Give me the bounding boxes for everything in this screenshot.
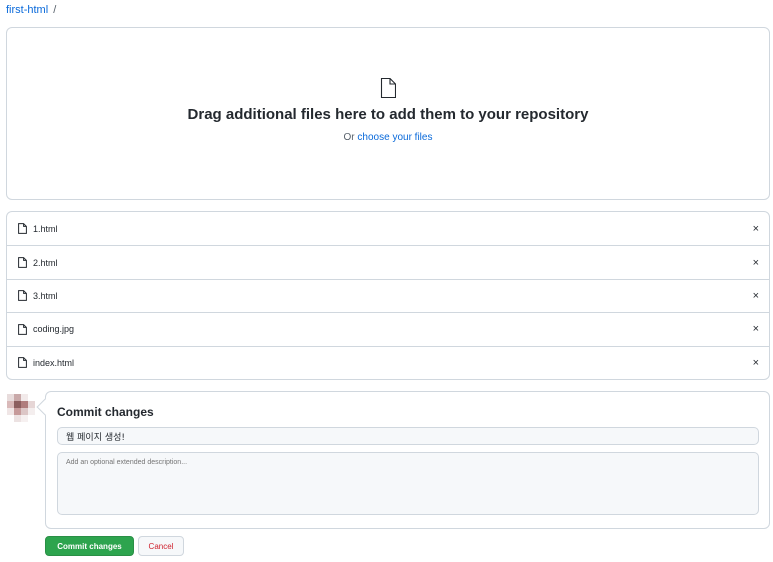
avatar[interactable] (7, 394, 35, 422)
file-icon (18, 223, 27, 235)
file-name: 3.html (33, 290, 58, 301)
remove-file-button[interactable]: × (753, 290, 759, 302)
remove-file-button[interactable]: × (753, 257, 759, 269)
dropzone-subtitle: Or choose your files (7, 132, 769, 143)
breadcrumb-repo-link[interactable]: first-html (6, 4, 48, 16)
file-name: coding.jpg (33, 324, 75, 335)
file-icon (18, 323, 27, 335)
cancel-button[interactable]: Cancel (138, 536, 184, 556)
file-icon (380, 78, 396, 98)
file-icon (18, 357, 27, 369)
file-name: 2.html (33, 257, 58, 268)
commit-description-textarea[interactable] (57, 452, 759, 515)
commit-changes-button[interactable]: Commit changes (45, 536, 134, 556)
breadcrumb: first-html / (6, 4, 56, 16)
list-item: 2.html × (7, 245, 769, 278)
file-icon (18, 257, 27, 268)
dropzone-or-text: Or (343, 132, 355, 143)
choose-files-link[interactable]: choose your files (357, 132, 432, 143)
remove-file-button[interactable]: × (753, 223, 759, 235)
dropzone-title: Drag additional files here to add them t… (187, 106, 589, 123)
file-list: 1.html × 2.html × 3.html × coding.jpg × … (6, 211, 770, 380)
remove-file-button[interactable]: × (753, 357, 759, 369)
file-dropzone[interactable]: Drag additional files here to add them t… (6, 27, 770, 200)
commit-heading: Commit changes (57, 405, 154, 419)
commit-form: Commit changes (45, 391, 770, 529)
breadcrumb-separator: / (53, 4, 57, 16)
list-item: coding.jpg × (7, 312, 769, 345)
list-item: index.html × (7, 345, 769, 379)
list-item: 3.html × (7, 278, 769, 312)
remove-file-button[interactable]: × (753, 323, 759, 335)
list-item: 1.html × (7, 212, 769, 245)
file-name: index.html (33, 357, 75, 368)
commit-summary-input[interactable] (57, 427, 759, 445)
file-name: 1.html (33, 223, 58, 234)
file-icon (18, 290, 27, 302)
